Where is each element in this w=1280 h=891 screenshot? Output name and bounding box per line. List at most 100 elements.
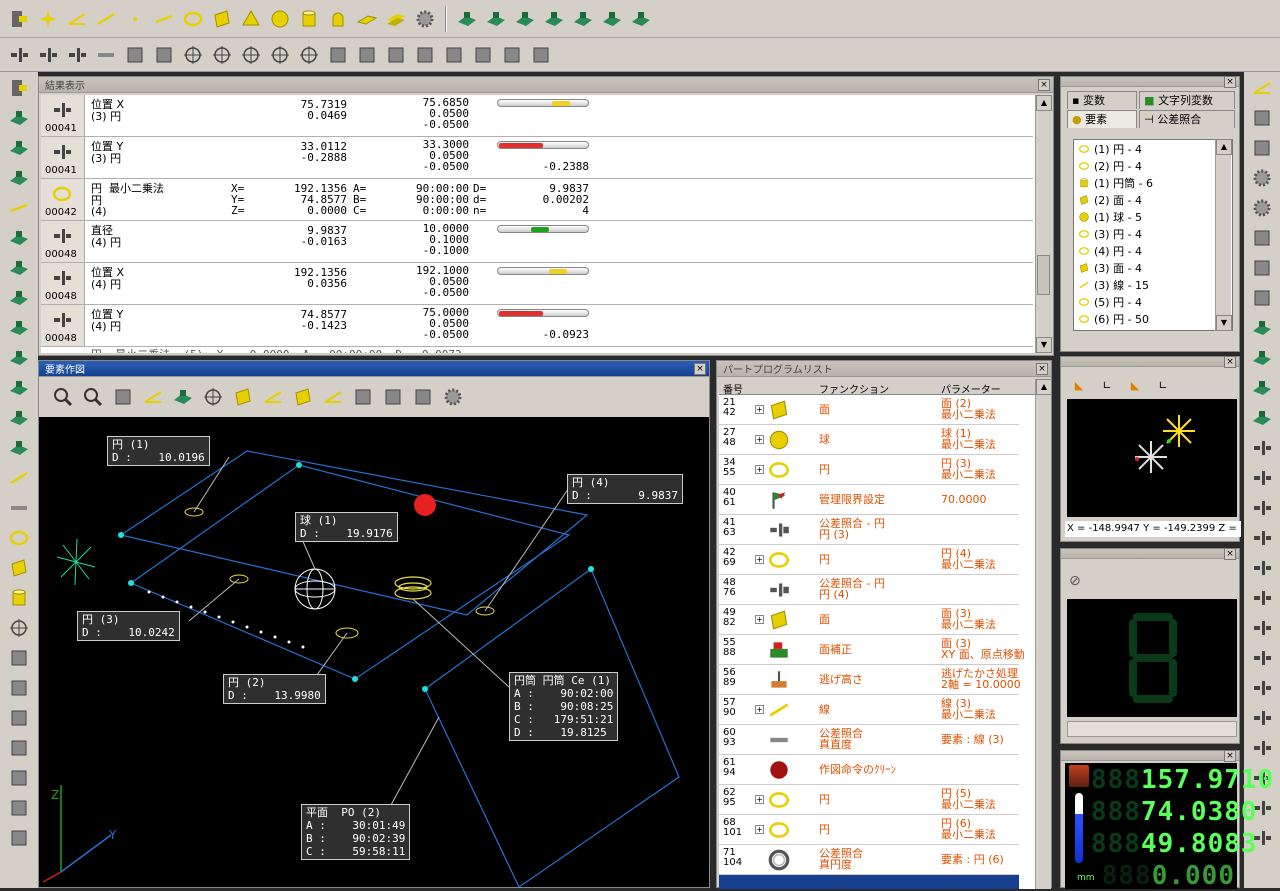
probe-tool-icon[interactable] — [7, 226, 31, 250]
tree-item[interactable]: (1) 球 - 5 — [1074, 208, 1232, 225]
tab-tolerance[interactable]: ⊣ 公差照合 — [1139, 110, 1235, 128]
probe-f-icon[interactable] — [599, 6, 625, 32]
point-icon[interactable] — [35, 6, 61, 32]
tab-string-variables[interactable]: ■ 文字列変数 — [1139, 91, 1235, 109]
generic-tool-icon[interactable] — [1250, 136, 1274, 160]
expand-icon[interactable]: + — [755, 705, 764, 714]
circle-o-icon[interactable] — [151, 42, 177, 68]
partlist-rows[interactable]: 21 42 + 面 面 (2) 最小二乗法 27 48 + 球 球 (1) 最小二乗法 34 5… — [719, 395, 1035, 889]
draw-tool-12-icon[interactable] — [409, 383, 437, 411]
line-angle-icon[interactable] — [64, 6, 90, 32]
align1-icon[interactable] — [6, 42, 32, 68]
generic-tool-icon[interactable] — [1250, 286, 1274, 310]
expand-icon[interactable]: + — [755, 405, 764, 414]
align-tool-icon[interactable] — [1250, 646, 1274, 670]
target2-icon[interactable] — [209, 42, 235, 68]
probe-tool-icon[interactable] — [1250, 376, 1274, 400]
view-iso-icon[interactable]: ∟ — [1151, 373, 1175, 397]
probe-tool-icon[interactable] — [7, 136, 31, 160]
close-icon[interactable]: × — [1224, 547, 1236, 560]
align-tool-icon[interactable] — [1250, 616, 1274, 640]
draw-tool-5-icon[interactable] — [199, 383, 227, 411]
col-param[interactable]: パラメーター — [941, 381, 1001, 396]
pen-icon[interactable] — [499, 42, 525, 68]
probe-tool-icon[interactable] — [7, 256, 31, 280]
program-row[interactable]: 61 94 作図命令のｸﾘｰﾝ — [719, 755, 1019, 785]
scroll-up-icon[interactable]: ▲ — [1036, 95, 1052, 111]
probe-g-icon[interactable] — [628, 6, 654, 32]
angle-mark-icon[interactable] — [383, 42, 409, 68]
result-row[interactable]: 00041 位置 Y (3) 円 33.0112 -0.2888 33.3000 0.050… — [41, 137, 1033, 179]
target1-icon[interactable] — [180, 42, 206, 68]
cone-sect3-icon[interactable] — [470, 42, 496, 68]
generic-tool-icon[interactable] — [7, 646, 31, 670]
generic-tool-icon[interactable] — [1250, 106, 1274, 130]
result-row[interactable]: 00048 直径 (4) 円 9.9837 -0.0163 10.0000 0.1000 -0… — [41, 221, 1033, 263]
partlist-scrollbar[interactable]: ▲ — [1035, 379, 1052, 889]
element-tree[interactable]: (1) 円 - 4 (2) 円 - 4 (1) 円筒 - 6 (2) 面 - 4 (1)… — [1073, 139, 1233, 331]
program-row[interactable]: 68 101 + 円 円 (6) 最小二乗法 — [719, 815, 1019, 845]
draw-tool-13-icon[interactable] — [439, 383, 467, 411]
scroll-down-icon[interactable]: ▼ — [1036, 337, 1052, 353]
arc-icon[interactable] — [528, 42, 554, 68]
label-sphere-1[interactable]: 球 (1) D : 19.9176 — [295, 512, 398, 542]
label-plane-2[interactable]: 平面 PO (2) A : 30:01:49 B : 90:02:39 C : … — [301, 804, 411, 860]
align-tool-icon[interactable] — [1250, 676, 1274, 700]
draw-tool-11-icon[interactable] — [379, 383, 407, 411]
align-tool-icon[interactable] — [1250, 436, 1274, 460]
probe-tool-icon[interactable] — [7, 316, 31, 340]
plane-icon[interactable] — [209, 6, 235, 32]
label-circle-2[interactable]: 円 (2) D : 13.9980 — [223, 674, 326, 704]
line-tool-icon[interactable] — [7, 466, 31, 490]
probe-tool-icon[interactable] — [7, 376, 31, 400]
align-tool-icon[interactable] — [1250, 526, 1274, 550]
expand-icon[interactable]: + — [755, 795, 764, 804]
dash-icon[interactable] — [93, 42, 119, 68]
generic-tool-icon[interactable] — [7, 796, 31, 820]
close-icon[interactable]: × — [1224, 75, 1236, 88]
probe-tool-icon[interactable] — [1250, 346, 1274, 370]
probe-d-icon[interactable] — [541, 6, 567, 32]
program-row[interactable]: 56 89 逃げ高さ 逃げたかさ処理 2軸 = 10.0000 — [719, 665, 1021, 695]
label-cylinder-1[interactable]: 円筒 円筒 Ce (1) A : 90:02:00 B : 90:08:25 C… — [509, 672, 619, 741]
program-row-selected[interactable] — [719, 875, 1019, 889]
plane-tool-icon[interactable] — [7, 556, 31, 580]
cylinder-tool-icon[interactable] — [7, 586, 31, 610]
probe-tool-icon[interactable] — [7, 166, 31, 190]
segment-tool-icon[interactable] — [7, 196, 31, 220]
cone-icon[interactable] — [238, 6, 264, 32]
generic-tool-icon[interactable] — [1250, 256, 1274, 280]
tab-variables[interactable]: ▪ 変数 — [1067, 91, 1138, 109]
expand-icon[interactable]: + — [755, 615, 764, 624]
probe-tool-icon[interactable] — [7, 286, 31, 310]
gear-tool-icon[interactable] — [1250, 196, 1274, 220]
exit-tool-icon[interactable] — [7, 76, 31, 100]
tree-item[interactable]: (3) 面 - 4 — [1074, 259, 1232, 276]
close-icon[interactable]: × — [1224, 749, 1236, 762]
scroll-up-icon[interactable]: ▲ — [1036, 379, 1052, 395]
result-row[interactable]: 00041 位置 X (3) 円 75.7319 0.0469 75.6850 0.0500… — [41, 95, 1033, 137]
draw-tool-2-icon[interactable] — [109, 383, 137, 411]
sphere-icon[interactable] — [267, 6, 293, 32]
tab-elements[interactable]: ● 要素 — [1067, 110, 1138, 128]
result-row[interactable]: 00042 円 最小二乗法円 (4) X= Y= Z= 192.1356 74.8577… — [41, 179, 1033, 221]
expand-icon[interactable]: + — [755, 465, 764, 474]
align-tool-icon[interactable] — [1250, 556, 1274, 580]
draw-tool-6-icon[interactable] — [229, 383, 257, 411]
probe-tool-icon[interactable] — [1250, 406, 1274, 430]
program-row[interactable]: 40 61 管理限界設定 70.0000 — [719, 485, 1019, 515]
dot-icon[interactable] — [122, 6, 148, 32]
draw-tool-10-icon[interactable] — [349, 383, 377, 411]
tree-item[interactable]: (3) 円 - 4 — [1074, 225, 1232, 242]
program-row[interactable]: 41 63 公差照合 - 円 円 (3) — [719, 515, 1019, 545]
cone-sect2-icon[interactable] — [441, 42, 467, 68]
tree-scrollbar[interactable]: ▲ ▼ — [1215, 139, 1232, 331]
tree-item[interactable]: (5) 円 - 4 — [1074, 293, 1232, 310]
circle-tool-icon[interactable] — [7, 526, 31, 550]
bullet-icon[interactable] — [325, 6, 351, 32]
tree-item[interactable]: (4) 円 - 4 — [1074, 242, 1232, 259]
expand-icon[interactable]: + — [755, 555, 764, 564]
expand-icon[interactable]: + — [755, 435, 764, 444]
result-row[interactable]: 00048 位置 Y (4) 円 74.8577 -0.1423 75.0000 0.050… — [41, 305, 1033, 347]
probe-e-icon[interactable] — [570, 6, 596, 32]
